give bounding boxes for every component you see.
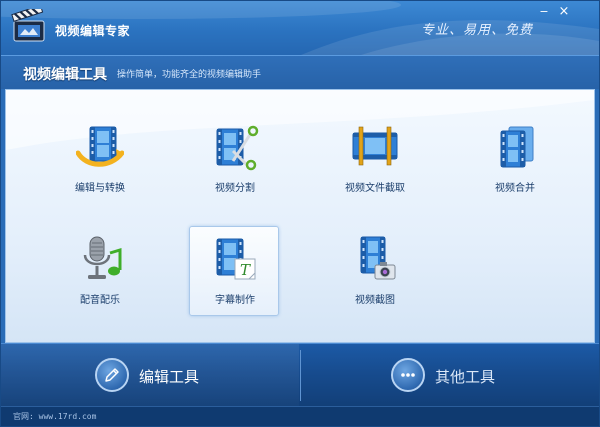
section-title: 视频编辑工具 <box>23 67 107 83</box>
film-subtitle-icon: T <box>216 238 256 280</box>
more-dots-icon <box>391 358 425 392</box>
clapperboard-logo-icon <box>11 9 45 42</box>
pencil-icon <box>95 358 129 392</box>
tool-label: 配音配乐 <box>80 295 120 306</box>
film-cut-icon <box>352 126 398 166</box>
tool-label: 视频文件截取 <box>345 183 405 194</box>
microphone-music-icon <box>83 236 122 279</box>
tool-label: 视频分割 <box>215 183 255 194</box>
tool-subtitle-maker[interactable]: T 字幕制作 <box>189 226 279 316</box>
app-slogan: 专业、易用、免费 <box>421 23 534 38</box>
tool-video-merge[interactable]: 视频合并 <box>469 114 559 204</box>
website-link[interactable]: 官网: www.17rd.com <box>13 411 96 422</box>
minimize-button[interactable]: − <box>536 4 552 18</box>
app-title: 视频编辑专家 <box>55 24 131 38</box>
tool-label: 视频合并 <box>495 183 535 194</box>
tool-video-clip[interactable]: 视频文件截取 <box>329 114 419 204</box>
tool-label: 编辑与转换 <box>75 183 125 194</box>
bottom-navigation: 编辑工具 其他工具 <box>1 343 599 407</box>
nav-other-tools-label: 其他工具 <box>435 368 496 386</box>
tool-video-screenshot[interactable]: 视频截图 <box>329 226 419 316</box>
nav-edit-tools[interactable]: 编辑工具 <box>1 344 299 407</box>
nav-other-tools[interactable]: 其他工具 <box>301 344 599 407</box>
tool-edit-convert[interactable]: 编辑与转换 <box>54 114 144 204</box>
svg-text:T: T <box>240 261 251 279</box>
tool-label: 视频截图 <box>355 295 395 306</box>
film-merge-icon <box>500 126 534 168</box>
tool-label: 字幕制作 <box>215 295 255 306</box>
tool-dubbing-music[interactable]: 配音配乐 <box>54 226 144 316</box>
app-window: 视频编辑专家 专业、易用、免费 − × 视频编辑工具 操作简单，功能齐全的视频编… <box>0 0 600 427</box>
section-description: 操作简单，功能齐全的视频编辑助手 <box>117 70 262 80</box>
title-bar[interactable]: 视频编辑专家 专业、易用、免费 − × <box>1 1 599 55</box>
tool-grid: 编辑与转换 视频分割 视频文件截取 视频合并 配音配乐 T 字幕制作 视频截图 <box>5 89 595 343</box>
tool-video-split[interactable]: 视频分割 <box>189 114 279 204</box>
section-header: 视频编辑工具 操作简单，功能齐全的视频编辑助手 <box>1 55 599 89</box>
close-button[interactable]: × <box>556 4 572 19</box>
film-scissors-icon <box>216 125 259 171</box>
film-convert-icon <box>76 126 124 167</box>
status-bar: 官网: www.17rd.com <box>1 406 599 426</box>
nav-edit-tools-label: 编辑工具 <box>139 368 200 386</box>
film-camera-icon <box>360 236 396 280</box>
